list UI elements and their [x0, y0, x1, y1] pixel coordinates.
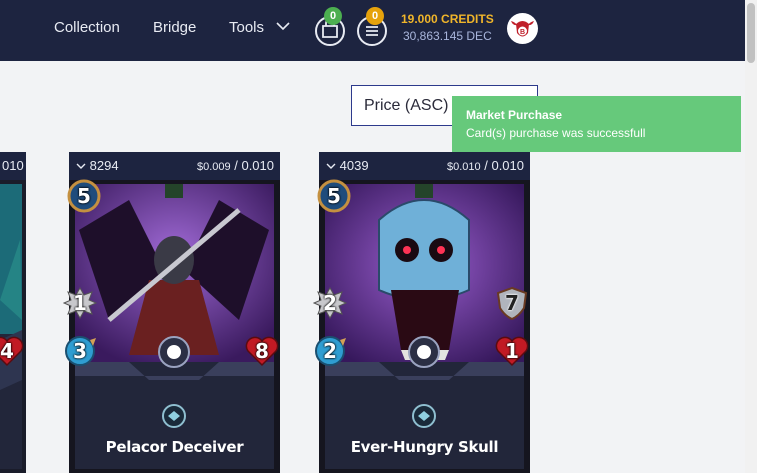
card-health: 8 — [245, 334, 279, 368]
card-speed: 2 — [313, 334, 347, 368]
card-attack: 2 — [312, 286, 348, 320]
card-header: 8294 $0.009 / 0.010 — [69, 152, 280, 180]
market-card[interactable]: 4039 $0.010 / 0.010 5 2 7 2 1 Ever-Hungr… — [312, 152, 530, 473]
dec-balance: 30,863.145 DEC — [403, 29, 492, 43]
card-price-current: $0.010 — [446, 161, 481, 173]
card-health: 1 — [495, 334, 529, 368]
card-partial-art — [0, 180, 26, 473]
card-mana: 5 — [67, 179, 101, 213]
chevron-down-icon — [326, 163, 336, 169]
card-partial-left[interactable]: 010 4 — [0, 152, 26, 473]
vertical-scrollbar[interactable] — [745, 0, 757, 473]
card-qty: 8294 — [89, 158, 119, 173]
card-partial-header: 010 — [0, 152, 26, 180]
card-qty-toggle[interactable]: 4039 — [326, 158, 369, 173]
card-art-ever-hungry-skull — [319, 180, 530, 473]
card-armor: 7 — [495, 286, 529, 321]
card-name: Ever-Hungry Skull — [350, 438, 499, 456]
cart-button[interactable]: 0 — [313, 7, 347, 46]
sort-select-value: Price (ASC) — [364, 97, 449, 114]
card-partial-health: 4 — [0, 334, 24, 368]
list-count-badge: 0 — [366, 7, 384, 25]
card-qty-toggle[interactable]: 8294 — [76, 158, 119, 173]
svg-text:B: B — [520, 29, 525, 36]
listings-button[interactable]: 0 — [355, 7, 389, 46]
cart-count-badge: 0 — [324, 7, 342, 25]
nav-tools-menu[interactable]: Tools — [229, 19, 290, 36]
scrollbar-thumb[interactable] — [747, 3, 755, 63]
card-price: $0.010 / 0.010 — [447, 158, 524, 173]
chevron-down-icon — [276, 22, 290, 31]
card-price-max: / 0.010 — [484, 158, 524, 173]
market-card[interactable]: 8294 $0.009 / 0.010 5 1 3 8 Pelacor Dece… — [62, 152, 280, 473]
card-price-max: / 0.010 — [234, 158, 274, 173]
card-art-pelacor-deceiver — [69, 180, 280, 473]
toast-message: Card(s) purchase was successfull — [466, 126, 646, 140]
credits-balance: 19.000 CREDITS — [401, 12, 494, 26]
card-qty: 4039 — [339, 158, 369, 173]
card-attack: 1 — [62, 286, 98, 320]
user-avatar[interactable]: B — [507, 13, 538, 44]
bull-avatar-icon: B — [507, 13, 538, 44]
card-price-current: $0.009 — [196, 161, 231, 173]
card-price: $0.009 / 0.010 — [197, 158, 274, 173]
top-navbar: Collection Bridge Tools 0 0 19.000 CREDI… — [0, 0, 745, 61]
nav-tools-label: Tools — [229, 19, 265, 36]
card-mana: 5 — [317, 179, 351, 213]
toast-title: Market Purchase — [466, 108, 563, 122]
nav-collection-link[interactable]: Collection — [54, 19, 120, 36]
card-speed: 3 — [63, 334, 97, 368]
card-name: Pelacor Deceiver — [105, 438, 244, 456]
card-partial-price: 010 — [2, 158, 24, 173]
purchase-toast[interactable]: Market Purchase Card(s) purchase was suc… — [452, 96, 741, 152]
card-header: 4039 $0.010 / 0.010 — [319, 152, 530, 180]
chevron-down-icon — [76, 163, 86, 169]
nav-bridge-link[interactable]: Bridge — [153, 19, 196, 36]
